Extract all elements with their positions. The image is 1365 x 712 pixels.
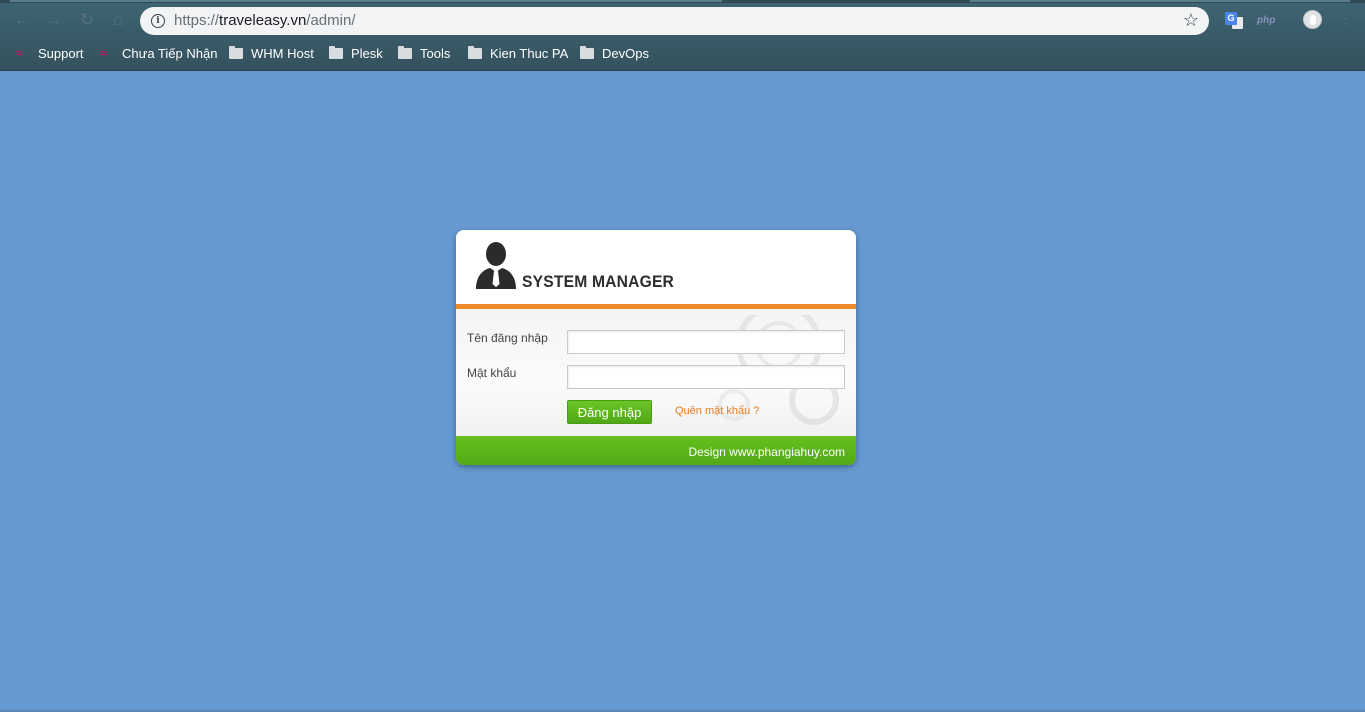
active-tab-edge[interactable] (10, 0, 722, 2)
kebab-menu-icon[interactable]: ⋮ (1339, 10, 1353, 27)
google-translate-icon[interactable]: G (1225, 12, 1243, 29)
user-silhouette-icon (476, 242, 516, 289)
folder-icon (580, 45, 594, 59)
favicon-icon: ≈ (100, 46, 107, 60)
folder-icon (329, 45, 343, 59)
login-header: SYSTEM MANAGER (456, 230, 856, 304)
username-label: Tên đăng nhập (467, 331, 548, 345)
bookmark-label: Chưa Tiếp Nhận (122, 45, 218, 61)
bookmarks-bar: ≈ Support ≈ Chưa Tiếp Nhận WHM Host Ples… (0, 42, 1365, 64)
bookmark-label: DevOps (602, 45, 649, 61)
bookmark-plesk[interactable]: Plesk (329, 42, 383, 64)
info-icon[interactable]: i (151, 14, 165, 28)
url-path: /admin/ (306, 12, 356, 29)
designer-credit: Design www.phangiahuy.com (688, 445, 845, 459)
bookmark-label: Plesk (351, 45, 383, 61)
bookmark-tools[interactable]: Tools (398, 42, 450, 64)
star-icon[interactable]: ☆ (1183, 10, 1199, 31)
profile-icon[interactable] (1303, 10, 1322, 29)
home-icon[interactable]: ⌂ (107, 9, 129, 31)
bookmark-label: Support (38, 45, 84, 61)
url-scheme: https:// (174, 12, 220, 29)
tab-strip (0, 0, 1365, 3)
browser-toolbar: ← → ↻ ⌂ i https://traveleasy.vn/admin/ ☆… (0, 0, 1365, 71)
bookmark-kien-thuc-pa[interactable]: Kien Thuc PA (468, 42, 568, 64)
folder-icon (398, 45, 412, 59)
address-bar[interactable]: i https://traveleasy.vn/admin/ ☆ (140, 7, 1209, 35)
bookmark-chua-tiep-nhan[interactable]: ≈ Chưa Tiếp Nhận (100, 42, 217, 64)
login-form: Tên đăng nhập Mật khẩu Đăng nhập Quên mậ… (456, 309, 856, 436)
url-text[interactable]: https://traveleasy.vn/admin/ (174, 12, 356, 29)
folder-icon (229, 45, 243, 59)
bookmark-whm-host[interactable]: WHM Host (229, 42, 314, 64)
url-host: traveleasy.vn (219, 12, 307, 29)
password-input[interactable] (567, 365, 845, 389)
folder-icon (468, 45, 482, 59)
arrow-right-icon[interactable]: → (43, 9, 65, 31)
translate-icon-front: G (1225, 12, 1237, 25)
reload-icon[interactable]: ↻ (76, 9, 98, 31)
bookmark-label: Tools (420, 45, 451, 61)
php-extension-icon[interactable]: php (1257, 15, 1275, 26)
system-manager-title: SYSTEM MANAGER (522, 272, 675, 291)
username-input[interactable] (567, 330, 845, 354)
bookmark-label: WHM Host (251, 45, 314, 61)
forgot-password-link[interactable]: Quên mật khẩu ? (675, 405, 759, 417)
favicon-icon: ≈ (16, 46, 23, 60)
login-panel: SYSTEM MANAGER Tên đăng nhập Mật khẩu Đă… (456, 230, 856, 465)
password-label: Mật khẩu (467, 366, 517, 380)
bookmark-support[interactable]: ≈ Support (16, 42, 84, 64)
arrow-left-icon[interactable]: ← (11, 9, 33, 31)
login-button[interactable]: Đăng nhập (567, 400, 652, 424)
tab-edge[interactable] (970, 0, 1350, 2)
login-footer: Design www.phangiahuy.com (456, 436, 856, 465)
bookmark-devops[interactable]: DevOps (580, 42, 649, 64)
bookmark-label: Kien Thuc PA (490, 45, 569, 61)
